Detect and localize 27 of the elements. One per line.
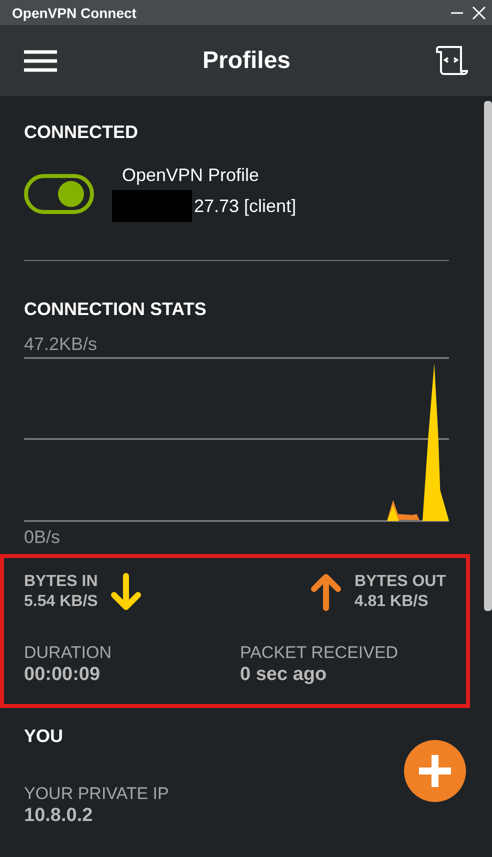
- stat-value: 5.54 KB/S: [24, 592, 98, 612]
- connection-toggle[interactable]: [24, 174, 94, 214]
- stat-label: YOUR PRIVATE IP: [24, 783, 169, 805]
- window-title: OpenVPN Connect: [12, 4, 136, 20]
- axis-label: 0B/s: [24, 527, 62, 548]
- down-arrow-icon: [110, 573, 142, 611]
- plus-icon: [417, 753, 453, 789]
- scrollbar-thumb[interactable]: [484, 101, 492, 611]
- section-heading: CONNECTED: [24, 122, 140, 143]
- up-arrow-icon: [310, 573, 342, 611]
- stat-value: 10.8.0.2: [24, 805, 94, 827]
- page-title: Profiles: [202, 46, 291, 74]
- stat-label: BYTES OUT: [354, 572, 446, 592]
- stat-value: 0 sec ago: [240, 664, 328, 686]
- section-heading: YOU: [24, 726, 64, 747]
- axis-label: 47.2KB/s: [24, 334, 98, 355]
- stat-label: BYTES IN: [24, 572, 98, 592]
- close-icon[interactable]: [472, 6, 486, 20]
- stat-value: 4.81 KB/S: [354, 592, 430, 612]
- section-heading: CONNECTION STATS: [24, 299, 208, 320]
- menu-icon[interactable]: [24, 50, 57, 72]
- scroll-code-icon[interactable]: [436, 46, 468, 76]
- profile-name: OpenVPN Profile: [122, 165, 260, 186]
- stat-value: 00:00:09: [24, 664, 102, 686]
- stat-label: PACKET RECEIVED: [240, 642, 400, 664]
- profile-address: 27.73 [client]: [194, 196, 296, 216]
- stat-label: DURATION: [24, 642, 113, 664]
